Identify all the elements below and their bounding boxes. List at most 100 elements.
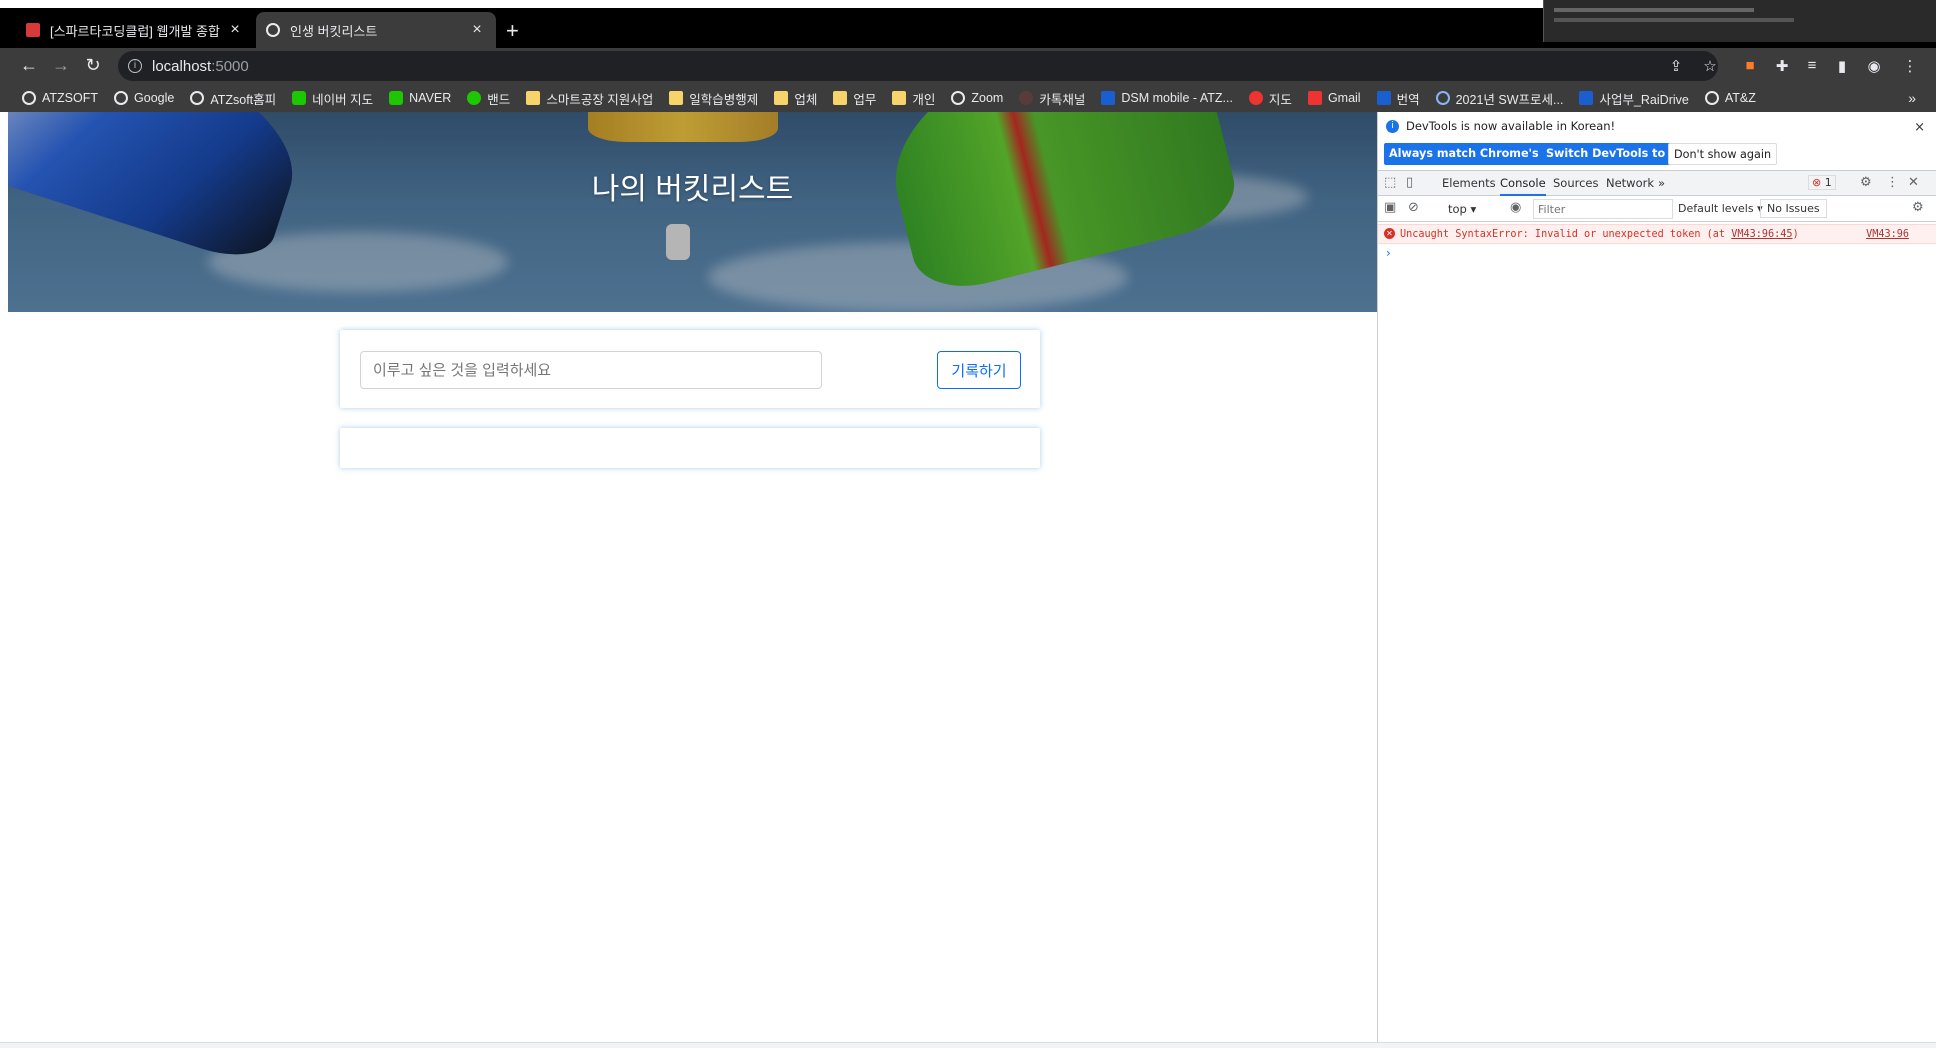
bookmark-zoom[interactable]: Zoom	[951, 91, 1003, 105]
devtools-tab-strip: ⬚ ▯ Elements Console Sources Network » ⊗…	[1378, 170, 1936, 196]
bookmark-naver[interactable]: NAVER	[389, 91, 451, 105]
bookmark-translate[interactable]: 번역	[1376, 89, 1420, 108]
bookmark-label: Google	[134, 91, 175, 105]
console-settings-gear-icon[interactable]: ⚙	[1912, 200, 1924, 215]
bookmark-google[interactable]: Google	[114, 91, 174, 105]
save-button[interactable]: 기록하기	[937, 351, 1021, 389]
console-sidebar-icon[interactable]: ▣	[1384, 200, 1396, 215]
tab-sources[interactable]: Sources	[1553, 176, 1599, 190]
bookmark-star-icon[interactable]: ☆	[1700, 57, 1720, 75]
bookmark-label: ATZSOFT	[42, 91, 99, 105]
bookmark-band[interactable]: 밴드	[467, 89, 510, 108]
new-tab-button[interactable]: +	[506, 18, 519, 44]
folder-icon	[892, 91, 907, 105]
side-panel-icon[interactable]: ▮	[1832, 57, 1852, 75]
tab-elements[interactable]: Elements	[1442, 176, 1496, 190]
bookmark-work-study[interactable]: 일학습병행제	[669, 89, 758, 108]
bookmark-label: 스마트공장 지원사업	[546, 92, 654, 107]
bookmarks-overflow-chevron-icon[interactable]: »	[1908, 90, 1916, 106]
reload-icon[interactable]: ↻	[82, 55, 104, 76]
folder-icon	[833, 91, 848, 105]
bookmark-kakao-channel[interactable]: 카톡채널	[1019, 89, 1085, 108]
device-toolbar-icon[interactable]: ▯	[1406, 175, 1413, 190]
error-source-link[interactable]: VM43:96	[1866, 229, 1909, 240]
settings-gear-icon[interactable]: ⚙	[1860, 175, 1872, 190]
bookmark-dsm-mobile[interactable]: DSM mobile - ATZ...	[1101, 91, 1233, 105]
bookmark-sw-process[interactable]: 2021년 SW프로세...	[1435, 89, 1563, 108]
folder-icon	[669, 91, 684, 105]
bookmark-label: Zoom	[971, 91, 1004, 105]
inspect-element-icon[interactable]: ⬚	[1384, 175, 1396, 190]
bookmark-personal[interactable]: 개인	[892, 89, 935, 108]
back-arrow-icon[interactable]: ←	[18, 55, 40, 76]
dont-show-again-button[interactable]: Don't show again	[1668, 143, 1778, 165]
error-location-link[interactable]: VM43:96:45	[1731, 229, 1792, 240]
c-icon	[1435, 91, 1450, 105]
address-bar[interactable]: i localhost:5000	[118, 51, 1718, 81]
bucket-form-card: 기록하기	[340, 330, 1040, 408]
error-count-badge[interactable]: ⊗ 1	[1808, 175, 1836, 190]
bookmark-raidrive[interactable]: 사업부_RaiDrive	[1579, 89, 1689, 108]
bookmark-maps[interactable]: 지도	[1248, 89, 1292, 108]
bookmarks-bar: ATZSOFT Google ATZsoft홈피 네이버 지도 NAVER 밴드…	[0, 84, 1936, 112]
menu-kebab-icon[interactable]: ⋮	[1900, 57, 1920, 75]
context-selector[interactable]: top ▾	[1448, 202, 1476, 216]
bookmark-label: 업체	[794, 92, 818, 107]
page-title: 나의 버킷리스트	[591, 173, 794, 206]
bookmark-naver-map[interactable]: 네이버 지도	[292, 89, 373, 108]
bookmark-atzsoft[interactable]: ATZSOFT	[22, 91, 98, 105]
window-bottom-edge	[0, 1042, 1936, 1048]
globe-icon	[22, 91, 36, 105]
site-info-icon[interactable]: i	[128, 59, 142, 73]
error-icon: ✕	[1384, 228, 1395, 239]
bucket-input[interactable]	[360, 351, 822, 389]
tab-bucketlist[interactable]: 인생 버킷리스트 ×	[256, 12, 496, 48]
bookmark-label: 지도	[1268, 92, 1292, 107]
close-infobar-icon[interactable]: ×	[1914, 120, 1925, 135]
console-error-message: ✕ Uncaught SyntaxError: Invalid or unexp…	[1378, 224, 1936, 244]
bookmark-gmail[interactable]: Gmail	[1307, 91, 1361, 105]
error-message: Uncaught SyntaxError: Invalid or unexpec…	[1400, 229, 1732, 240]
extension-orange-icon[interactable]: ■	[1740, 57, 1760, 74]
band-icon	[467, 91, 482, 105]
globe-icon	[1704, 91, 1719, 105]
bookmark-smart-factory[interactable]: 스마트공장 지원사업	[526, 89, 653, 108]
clear-console-icon[interactable]: ⊘	[1408, 200, 1419, 215]
infobar-message: DevTools is now available in Korean!	[1406, 119, 1616, 133]
more-tabs-chevron-icon[interactable]: »	[1658, 176, 1665, 190]
profile-avatar[interactable]: ◉	[1864, 57, 1884, 75]
kakao-icon	[1019, 91, 1034, 105]
issues-button[interactable]: No Issues	[1760, 199, 1827, 218]
console-prompt[interactable]: ›	[1386, 246, 1391, 260]
tab-console[interactable]: Console	[1500, 176, 1546, 196]
extensions-puzzle-icon[interactable]: ✚	[1772, 57, 1792, 75]
close-tab-icon[interactable]: ×	[226, 21, 244, 39]
tab-spartacoding[interactable]: [스파르타코딩클럽] 웹개발 종합 ×	[16, 12, 254, 48]
map-pin-icon	[1248, 91, 1263, 105]
error-message-end: )	[1792, 229, 1799, 240]
bookmark-atz[interactable]: AT&Z	[1704, 91, 1756, 105]
bookmark-label: AT&Z	[1724, 91, 1756, 105]
devtools-menu-kebab-icon[interactable]: ⋮	[1886, 175, 1899, 190]
bookmark-label: 업무	[853, 92, 877, 107]
close-tab-icon[interactable]: ×	[468, 21, 486, 39]
log-levels-dropdown[interactable]: Default levels ▾	[1678, 202, 1763, 215]
window-thumbnail	[1543, 0, 1936, 42]
hero-banner: 나의 버킷리스트	[8, 112, 1377, 312]
reading-list-icon[interactable]: ≡	[1802, 57, 1822, 74]
bookmark-companies[interactable]: 업체	[774, 89, 817, 108]
close-devtools-icon[interactable]: ✕	[1908, 175, 1919, 190]
url-host: localhost	[152, 57, 212, 75]
bucket-list-card	[340, 428, 1040, 468]
tab-network[interactable]: Network	[1606, 176, 1654, 190]
bookmark-label: 네이버 지도	[312, 92, 374, 107]
bookmark-label: 일학습병행제	[689, 92, 759, 107]
bookmark-atzsoft-home[interactable]: ATZsoft홈피	[190, 89, 276, 108]
spartacoding-favicon-icon	[26, 23, 40, 37]
bookmark-work[interactable]: 업무	[833, 89, 876, 108]
share-icon[interactable]: ⇪	[1666, 57, 1686, 75]
globe-icon	[190, 91, 205, 105]
forward-arrow-icon[interactable]: →	[50, 55, 72, 76]
live-expression-eye-icon[interactable]: ◉	[1510, 200, 1521, 215]
console-filter-input[interactable]	[1533, 199, 1673, 219]
